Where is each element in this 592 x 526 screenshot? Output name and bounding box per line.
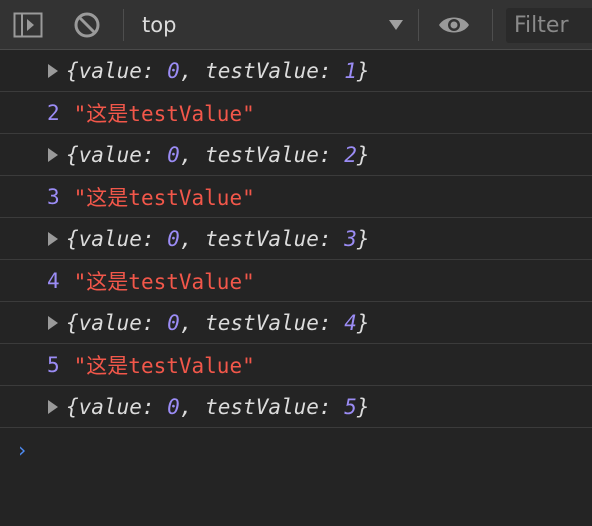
object-value: 0: [167, 226, 180, 251]
prompt-chevron-icon: ›: [16, 438, 29, 462]
brace-open: {: [66, 310, 79, 335]
object-key: testValue: [205, 310, 319, 335]
log-string: "这是testValue": [73, 185, 255, 210]
log-number: 2: [47, 100, 60, 125]
colon: :: [318, 310, 345, 335]
expand-triangle-icon[interactable]: [48, 147, 58, 162]
filter-input[interactable]: Filter: [506, 8, 592, 43]
toolbar-separator: [492, 9, 493, 41]
object-value: 4: [344, 310, 357, 335]
expand-triangle-icon[interactable]: [48, 399, 58, 414]
object-value: 3: [344, 226, 357, 251]
context-label: top: [142, 13, 177, 37]
log-number: 4: [47, 268, 60, 293]
toolbar-separator: [123, 9, 124, 41]
console-prompt[interactable]: ›: [0, 428, 592, 472]
clear-console-button[interactable]: [72, 11, 102, 39]
object-value: 2: [344, 142, 357, 167]
console-object-row[interactable]: {value: 0, testValue: 5}: [0, 386, 592, 428]
comma: ,: [179, 394, 206, 419]
log-number: 3: [47, 184, 60, 209]
colon: :: [318, 394, 345, 419]
console-object-row[interactable]: {value: 0, testValue: 3}: [0, 218, 592, 260]
colon: :: [141, 142, 168, 167]
context-selector[interactable]: top: [142, 8, 404, 42]
expand-triangle-icon[interactable]: [48, 63, 58, 78]
colon: :: [141, 226, 168, 251]
console-log-row: 2 "这是testValue": [0, 92, 592, 134]
object-key: value: [78, 394, 142, 419]
log-string: "这是testValue": [73, 353, 255, 378]
colon: :: [318, 58, 345, 83]
sidebar-toggle-icon: [13, 12, 43, 38]
colon: :: [318, 226, 345, 251]
colon: :: [141, 394, 168, 419]
brace-open: {: [66, 394, 79, 419]
brace-close: }: [356, 310, 370, 335]
console-log-row: 5 "这是testValue": [0, 344, 592, 386]
clear-console-icon: [74, 12, 100, 38]
console-object-row[interactable]: {value: 0, testValue: 1}: [0, 50, 592, 92]
object-key: value: [78, 226, 142, 251]
object-value: 0: [167, 310, 180, 335]
colon: :: [141, 310, 168, 335]
brace-open: {: [66, 142, 79, 167]
console-log-row: 4 "这是testValue": [0, 260, 592, 302]
brace-close: }: [356, 394, 370, 419]
log-string: "这是testValue": [73, 101, 255, 126]
colon: :: [318, 142, 345, 167]
toolbar-separator: [418, 9, 419, 41]
log-string: "这是testValue": [73, 269, 255, 294]
dropdown-triangle-icon: [389, 20, 403, 30]
brace-open: {: [66, 226, 79, 251]
filter-placeholder: Filter: [514, 13, 569, 38]
log-number: 5: [47, 352, 60, 377]
live-expression-button[interactable]: [437, 11, 471, 39]
brace-close: }: [356, 226, 370, 251]
comma: ,: [179, 310, 206, 335]
console-log-row: 3 "这是testValue": [0, 176, 592, 218]
object-key: testValue: [205, 394, 319, 419]
console-toolbar: top Filter: [0, 0, 592, 50]
brace-open: {: [66, 58, 79, 83]
object-key: value: [78, 310, 142, 335]
object-key: testValue: [205, 226, 319, 251]
object-value: 1: [344, 58, 357, 83]
comma: ,: [179, 226, 206, 251]
expand-triangle-icon[interactable]: [48, 315, 58, 330]
brace-close: }: [356, 142, 370, 167]
object-key: testValue: [205, 58, 319, 83]
object-value: 0: [167, 142, 180, 167]
console-messages: {value: 0, testValue: 1} 2 "这是testValue" …: [0, 50, 592, 472]
brace-close: }: [356, 58, 370, 83]
object-key: testValue: [205, 142, 319, 167]
eye-icon: [439, 17, 469, 33]
colon: :: [141, 58, 168, 83]
object-value: 5: [344, 394, 357, 419]
expand-triangle-icon[interactable]: [48, 231, 58, 246]
sidebar-toggle-button[interactable]: [13, 11, 43, 39]
console-object-row[interactable]: {value: 0, testValue: 4}: [0, 302, 592, 344]
comma: ,: [179, 58, 206, 83]
comma: ,: [179, 142, 206, 167]
object-key: value: [78, 58, 142, 83]
console-object-row[interactable]: {value: 0, testValue: 2}: [0, 134, 592, 176]
object-value: 0: [167, 394, 180, 419]
object-value: 0: [167, 58, 180, 83]
object-key: value: [78, 142, 142, 167]
